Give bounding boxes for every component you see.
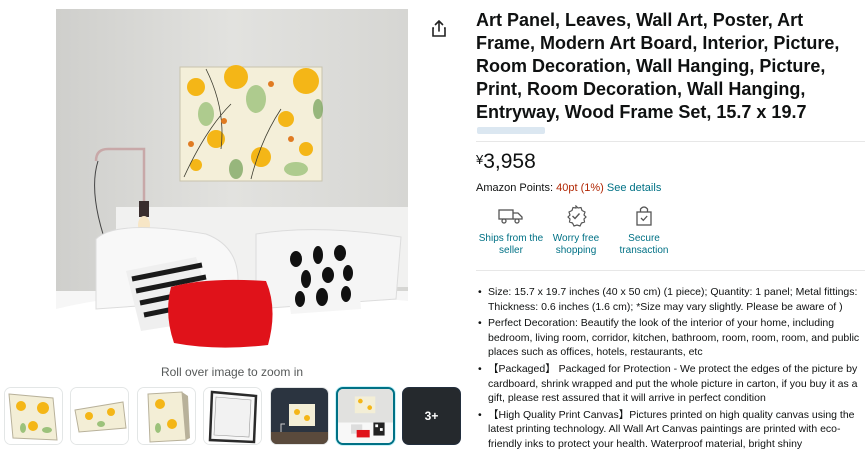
feature-bullet-print-canvas: 【High Quality Print Canvas】Pictures prin… (476, 408, 865, 452)
amazon-points: Amazon Points: 40pt (1%) See details (476, 182, 661, 194)
thumbnail-2[interactable] (70, 387, 129, 445)
lock-bag-icon (636, 206, 652, 226)
more-images-button[interactable]: 3+ (402, 387, 461, 445)
thumbnail-1[interactable] (4, 387, 63, 445)
thumbnail-image (204, 388, 261, 444)
points-value: 40pt (556, 182, 578, 194)
points-label: Amazon Points: (476, 182, 554, 194)
red-pillow (168, 279, 273, 348)
price: ¥3,958 (476, 150, 536, 174)
thumbnail-3[interactable] (137, 387, 196, 445)
thumbnail-image (71, 388, 128, 444)
badge-label: Worry free shopping (552, 233, 600, 256)
badge-label: Ships from the seller (478, 233, 544, 256)
see-details-link[interactable]: See details (607, 182, 661, 194)
points-percent: (1%) (580, 182, 604, 194)
badge-secure-transaction[interactable]: Secure transaction (609, 204, 679, 257)
thumbnail-image (5, 388, 62, 444)
badge-ships-from-seller[interactable]: Ships from the seller (476, 204, 546, 257)
divider (476, 270, 865, 271)
thumbnail-image (338, 389, 393, 443)
more-images-label: 3+ (424, 409, 439, 423)
truck-icon (498, 209, 523, 224)
product-title: Art Panel, Leaves, Wall Art, Poster, Art… (476, 10, 840, 122)
feature-bullet-packaged: 【Packaged】 Packaged for Protection - We … (476, 362, 865, 406)
thumbnail-image (271, 388, 328, 444)
price-currency: ¥ (476, 152, 484, 167)
shield-check-icon (567, 205, 587, 227)
dotted-pillow (281, 239, 361, 314)
thumbnail-image (138, 388, 195, 444)
floral-canvas-art (179, 65, 323, 182)
main-product-image[interactable] (56, 9, 408, 359)
thumbnail-4[interactable] (203, 387, 262, 445)
divider (476, 141, 865, 142)
feature-bullet-size: Size: 15.7 x 19.7 inches (40 x 50 cm) (1… (476, 285, 865, 314)
badge-worry-free[interactable]: Worry free shopping (541, 204, 611, 257)
thumbnail-6-selected[interactable] (336, 387, 395, 445)
bedroom-scene-illustration (56, 9, 408, 359)
zoom-hint: Roll over image to zoom in (160, 365, 304, 379)
store-link-blurred[interactable] (477, 127, 545, 134)
thumbnail-5[interactable] (270, 387, 329, 445)
feature-bullet-decoration: Perfect Decoration: Beautify the look of… (476, 316, 865, 360)
feature-bullets: Size: 15.7 x 19.7 inches (40 x 50 cm) (1… (476, 285, 865, 453)
badge-label: Secure transaction (619, 233, 669, 256)
price-amount: 3,958 (483, 150, 536, 173)
share-button[interactable] (428, 18, 450, 40)
share-icon (432, 20, 446, 37)
